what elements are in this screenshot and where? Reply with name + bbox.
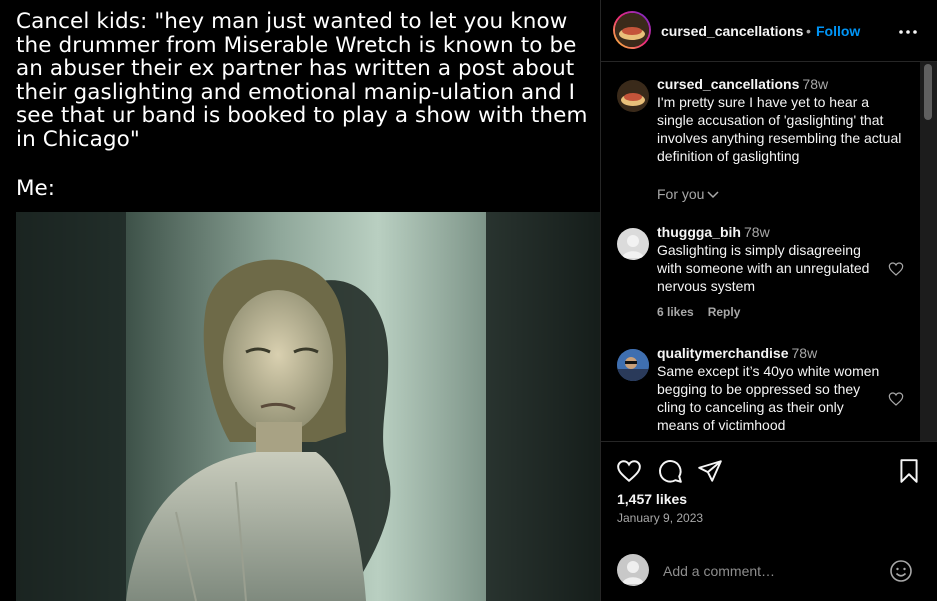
emoji-icon[interactable] xyxy=(889,559,913,583)
comment-timestamp[interactable]: 78w xyxy=(792,345,818,361)
post-media[interactable]: Cancel kids: "hey man just wanted to let… xyxy=(0,0,600,601)
meme-me-label: Me: xyxy=(16,176,56,201)
comment-timestamp[interactable]: 78w xyxy=(802,76,828,92)
commenter-avatar-image xyxy=(617,349,649,381)
scrollbar-thumb[interactable] xyxy=(924,64,932,120)
more-options-icon[interactable] xyxy=(898,22,918,42)
likes-count[interactable]: 1,457 likes xyxy=(617,491,687,507)
add-comment-input[interactable] xyxy=(661,558,875,584)
comment-text: Same except it’s 40yo white women beggin… xyxy=(657,363,880,433)
for-you-label: For you xyxy=(657,186,705,202)
add-comment-bar xyxy=(601,546,937,601)
author-username[interactable]: cursed_cancellations xyxy=(661,23,803,39)
author-avatar-image xyxy=(615,13,649,47)
comment-text: I'm pretty sure I have yet to hear a sin… xyxy=(657,94,902,164)
follow-button[interactable]: Follow xyxy=(816,23,860,39)
for-you-filter[interactable]: For you xyxy=(657,186,719,202)
comment-timestamp[interactable]: 78w xyxy=(744,224,770,240)
comment-icon[interactable] xyxy=(657,458,683,484)
commenter-avatar[interactable] xyxy=(617,349,649,381)
comment-username[interactable]: thuggga_bih xyxy=(657,224,741,240)
comment-body: thuggga_bih 78w Gaslighting is simply dis… xyxy=(657,223,882,295)
comment-text: Gaslighting is simply disagreeing with s… xyxy=(657,242,870,294)
comments-list[interactable]: cursed_cancellations 78w I'm pretty sure … xyxy=(601,62,921,441)
meme-photo-illustration xyxy=(16,212,600,601)
instagram-post-modal: Cancel kids: "hey man just wanted to let… xyxy=(0,0,937,601)
comment-meta: 6 likes Reply xyxy=(657,305,754,319)
default-avatar-icon xyxy=(622,235,644,258)
current-user-avatar xyxy=(617,554,649,586)
meme-caption-text: Cancel kids: "hey man just wanted to let… xyxy=(16,9,595,152)
commenter-avatar-image xyxy=(617,80,649,112)
default-avatar-icon xyxy=(622,561,644,584)
heart-icon[interactable] xyxy=(616,458,642,484)
author-avatar[interactable] xyxy=(613,11,651,49)
post-header: cursed_cancellations • Follow xyxy=(601,0,937,62)
post-sidebar: cursed_cancellations • Follow cursed_can… xyxy=(600,0,937,601)
comment-body: cursed_cancellations 78w I'm pretty sure … xyxy=(657,75,905,165)
post-actions: 1,457 likes January 9, 2023 xyxy=(601,441,937,546)
share-icon[interactable] xyxy=(697,458,723,484)
comment-like-icon[interactable] xyxy=(888,261,904,277)
chevron-down-icon xyxy=(707,191,719,199)
commenter-avatar[interactable] xyxy=(617,228,649,260)
comments-scrollbar[interactable] xyxy=(920,62,937,441)
comment-username[interactable]: cursed_cancellations xyxy=(657,76,799,92)
separator-dot: • xyxy=(806,23,811,39)
comment-username[interactable]: qualitymerchandise xyxy=(657,345,789,361)
meme-photo xyxy=(16,212,600,601)
comment-like-icon[interactable] xyxy=(888,391,904,407)
comment-body: qualitymerchandise 78w Same except it’s 4… xyxy=(657,344,882,434)
reply-button[interactable]: Reply xyxy=(708,305,741,319)
bookmark-icon[interactable] xyxy=(896,458,922,484)
comment-likes-count[interactable]: 6 likes xyxy=(657,305,694,319)
post-date[interactable]: January 9, 2023 xyxy=(617,511,703,525)
commenter-avatar[interactable] xyxy=(617,80,649,112)
